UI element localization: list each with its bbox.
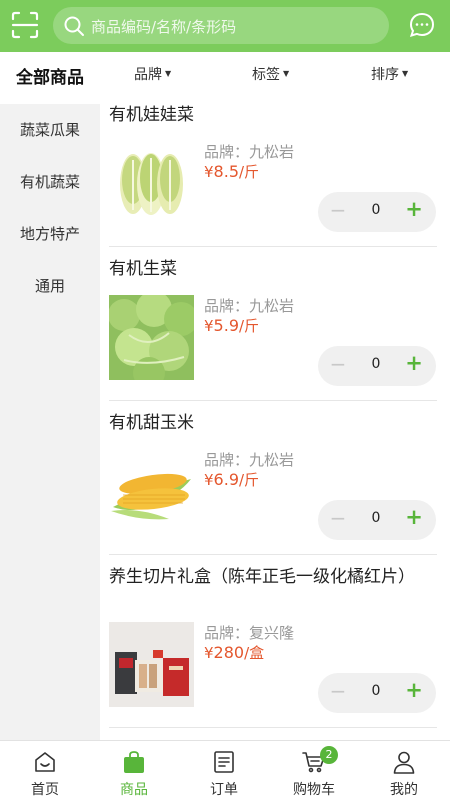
price-value: 5.9 [213, 316, 239, 335]
search-placeholder: 商品编码/名称/条形码 [91, 18, 237, 36]
tab-label: 首页 [31, 782, 59, 798]
decrease-button[interactable]: − [328, 679, 348, 703]
product-card[interactable]: 养生切片礼盒（陈年正毛一级化橘红片） 品牌：复兴隆 ¥280/盒 − 0 + [100, 556, 450, 740]
currency-symbol: ¥ [204, 163, 214, 181]
product-brand: 品牌：复兴隆 [204, 624, 295, 642]
sidebar-item-organic-vegetables[interactable]: 有机蔬菜 [0, 156, 100, 208]
cart-count-badge: 2 [320, 746, 338, 764]
product-brand: 品牌：九松岩 [204, 143, 295, 161]
decrease-button[interactable]: − [328, 506, 348, 530]
increase-button[interactable]: + [404, 505, 424, 529]
sweet-corn-image [109, 449, 194, 534]
tab-label: 购物车 [293, 782, 335, 798]
product-brand: 品牌：九松岩 [204, 297, 295, 315]
home-icon [35, 752, 55, 772]
top-header: 商品编码/名称/条形码 [0, 0, 450, 52]
currency-symbol: ¥ [204, 644, 214, 662]
scan-button[interactable] [10, 10, 40, 40]
quantity-stepper: − 0 + [318, 192, 436, 232]
price-unit: /斤 [239, 471, 260, 489]
chat-bubble-icon [409, 12, 435, 38]
price-unit: /斤 [239, 317, 260, 335]
brand-filter-label: 品牌 [134, 67, 162, 83]
lettuce-image [109, 295, 194, 380]
product-name: 有机娃娃菜 [109, 105, 194, 125]
price-unit: /斤 [239, 163, 260, 181]
tab-orders[interactable]: 订单 [179, 741, 269, 800]
tag-filter-label: 标签 [252, 67, 280, 83]
product-card[interactable]: 有机娃娃菜 品牌：九松岩 ¥8.5/斤 − 0 + [100, 94, 450, 247]
message-button[interactable] [408, 11, 436, 39]
increase-button[interactable]: + [404, 351, 424, 375]
product-name: 养生切片礼盒（陈年正毛一级化橘红片） [109, 567, 415, 587]
order-list-icon [214, 751, 234, 773]
product-brand: 品牌：九松岩 [204, 451, 295, 469]
tab-label: 商品 [120, 782, 148, 798]
search-icon [64, 16, 84, 36]
brand-filter[interactable]: 品牌 ▼ [134, 64, 171, 84]
price-value: 280 [213, 643, 245, 662]
decrease-button[interactable]: − [328, 198, 348, 222]
product-card[interactable]: 有机甜玉米 品牌：九松岩 ¥6.9/斤 − 0 + [100, 402, 450, 556]
quantity-value[interactable]: 0 [362, 683, 390, 699]
tab-label: 订单 [210, 782, 238, 798]
bottom-tab-bar: 首页 商品 订单 2 购物车 我的 [0, 740, 450, 800]
product-price: ¥280/盒 [204, 642, 264, 663]
quantity-stepper: − 0 + [318, 346, 436, 386]
tab-cart[interactable]: 2 购物车 [269, 741, 359, 800]
price-value: 6.9 [213, 470, 239, 489]
divider [109, 246, 437, 247]
product-price: ¥5.9/斤 [204, 315, 259, 336]
currency-symbol: ¥ [204, 471, 214, 489]
quantity-value[interactable]: 0 [362, 356, 390, 372]
divider [109, 400, 437, 401]
price-unit: /盒 [244, 644, 265, 662]
caret-down-icon: ▼ [402, 69, 409, 78]
divider [109, 727, 437, 728]
product-price: ¥6.9/斤 [204, 469, 259, 490]
divider [109, 554, 437, 555]
sidebar-item-all-products[interactable]: 全部商品 [0, 52, 100, 104]
gift-box-image [109, 622, 194, 707]
sidebar-item-vegetables[interactable]: 蔬菜瓜果 [0, 104, 100, 156]
increase-button[interactable]: + [404, 197, 424, 221]
scan-icon [11, 11, 39, 39]
decrease-button[interactable]: − [328, 352, 348, 376]
user-icon [393, 751, 415, 774]
product-card[interactable]: 有机生菜 品牌：九松岩 ¥5.9/斤 − 0 + [100, 248, 450, 402]
filter-bar: 品牌 ▼ 标签 ▼ 排序 ▼ [100, 52, 450, 94]
tab-products[interactable]: 商品 [89, 741, 179, 800]
tag-filter[interactable]: 标签 ▼ [252, 64, 289, 84]
product-name: 有机甜玉米 [109, 413, 194, 433]
product-price: ¥8.5/斤 [204, 161, 259, 182]
quantity-stepper: − 0 + [318, 673, 436, 713]
baby-cabbage-image [109, 140, 194, 225]
quantity-stepper: − 0 + [318, 500, 436, 540]
caret-down-icon: ▼ [283, 69, 290, 78]
price-value: 8.5 [213, 162, 239, 181]
increase-button[interactable]: + [404, 678, 424, 702]
quantity-value[interactable]: 0 [362, 202, 390, 218]
sort-filter[interactable]: 排序 ▼ [371, 64, 408, 84]
tab-home[interactable]: 首页 [0, 741, 90, 800]
product-name: 有机生菜 [109, 259, 177, 279]
caret-down-icon: ▼ [165, 69, 172, 78]
currency-symbol: ¥ [204, 317, 214, 335]
tab-label: 我的 [390, 782, 418, 798]
sidebar-item-local-specialties[interactable]: 地方特产 [0, 208, 100, 260]
sidebar-item-general[interactable]: 通用 [0, 260, 100, 312]
product-list: 有机娃娃菜 品牌：九松岩 ¥8.5/斤 − 0 + 有机生菜 品牌：九松岩 ¥5… [100, 94, 450, 740]
quantity-value[interactable]: 0 [362, 510, 390, 526]
tab-profile[interactable]: 我的 [359, 741, 449, 800]
sort-filter-label: 排序 [371, 67, 399, 83]
search-input[interactable]: 商品编码/名称/条形码 [53, 7, 389, 44]
shopping-bag-icon [124, 751, 144, 773]
category-sidebar: 全部商品 蔬菜瓜果 有机蔬菜 地方特产 通用 [0, 52, 100, 740]
